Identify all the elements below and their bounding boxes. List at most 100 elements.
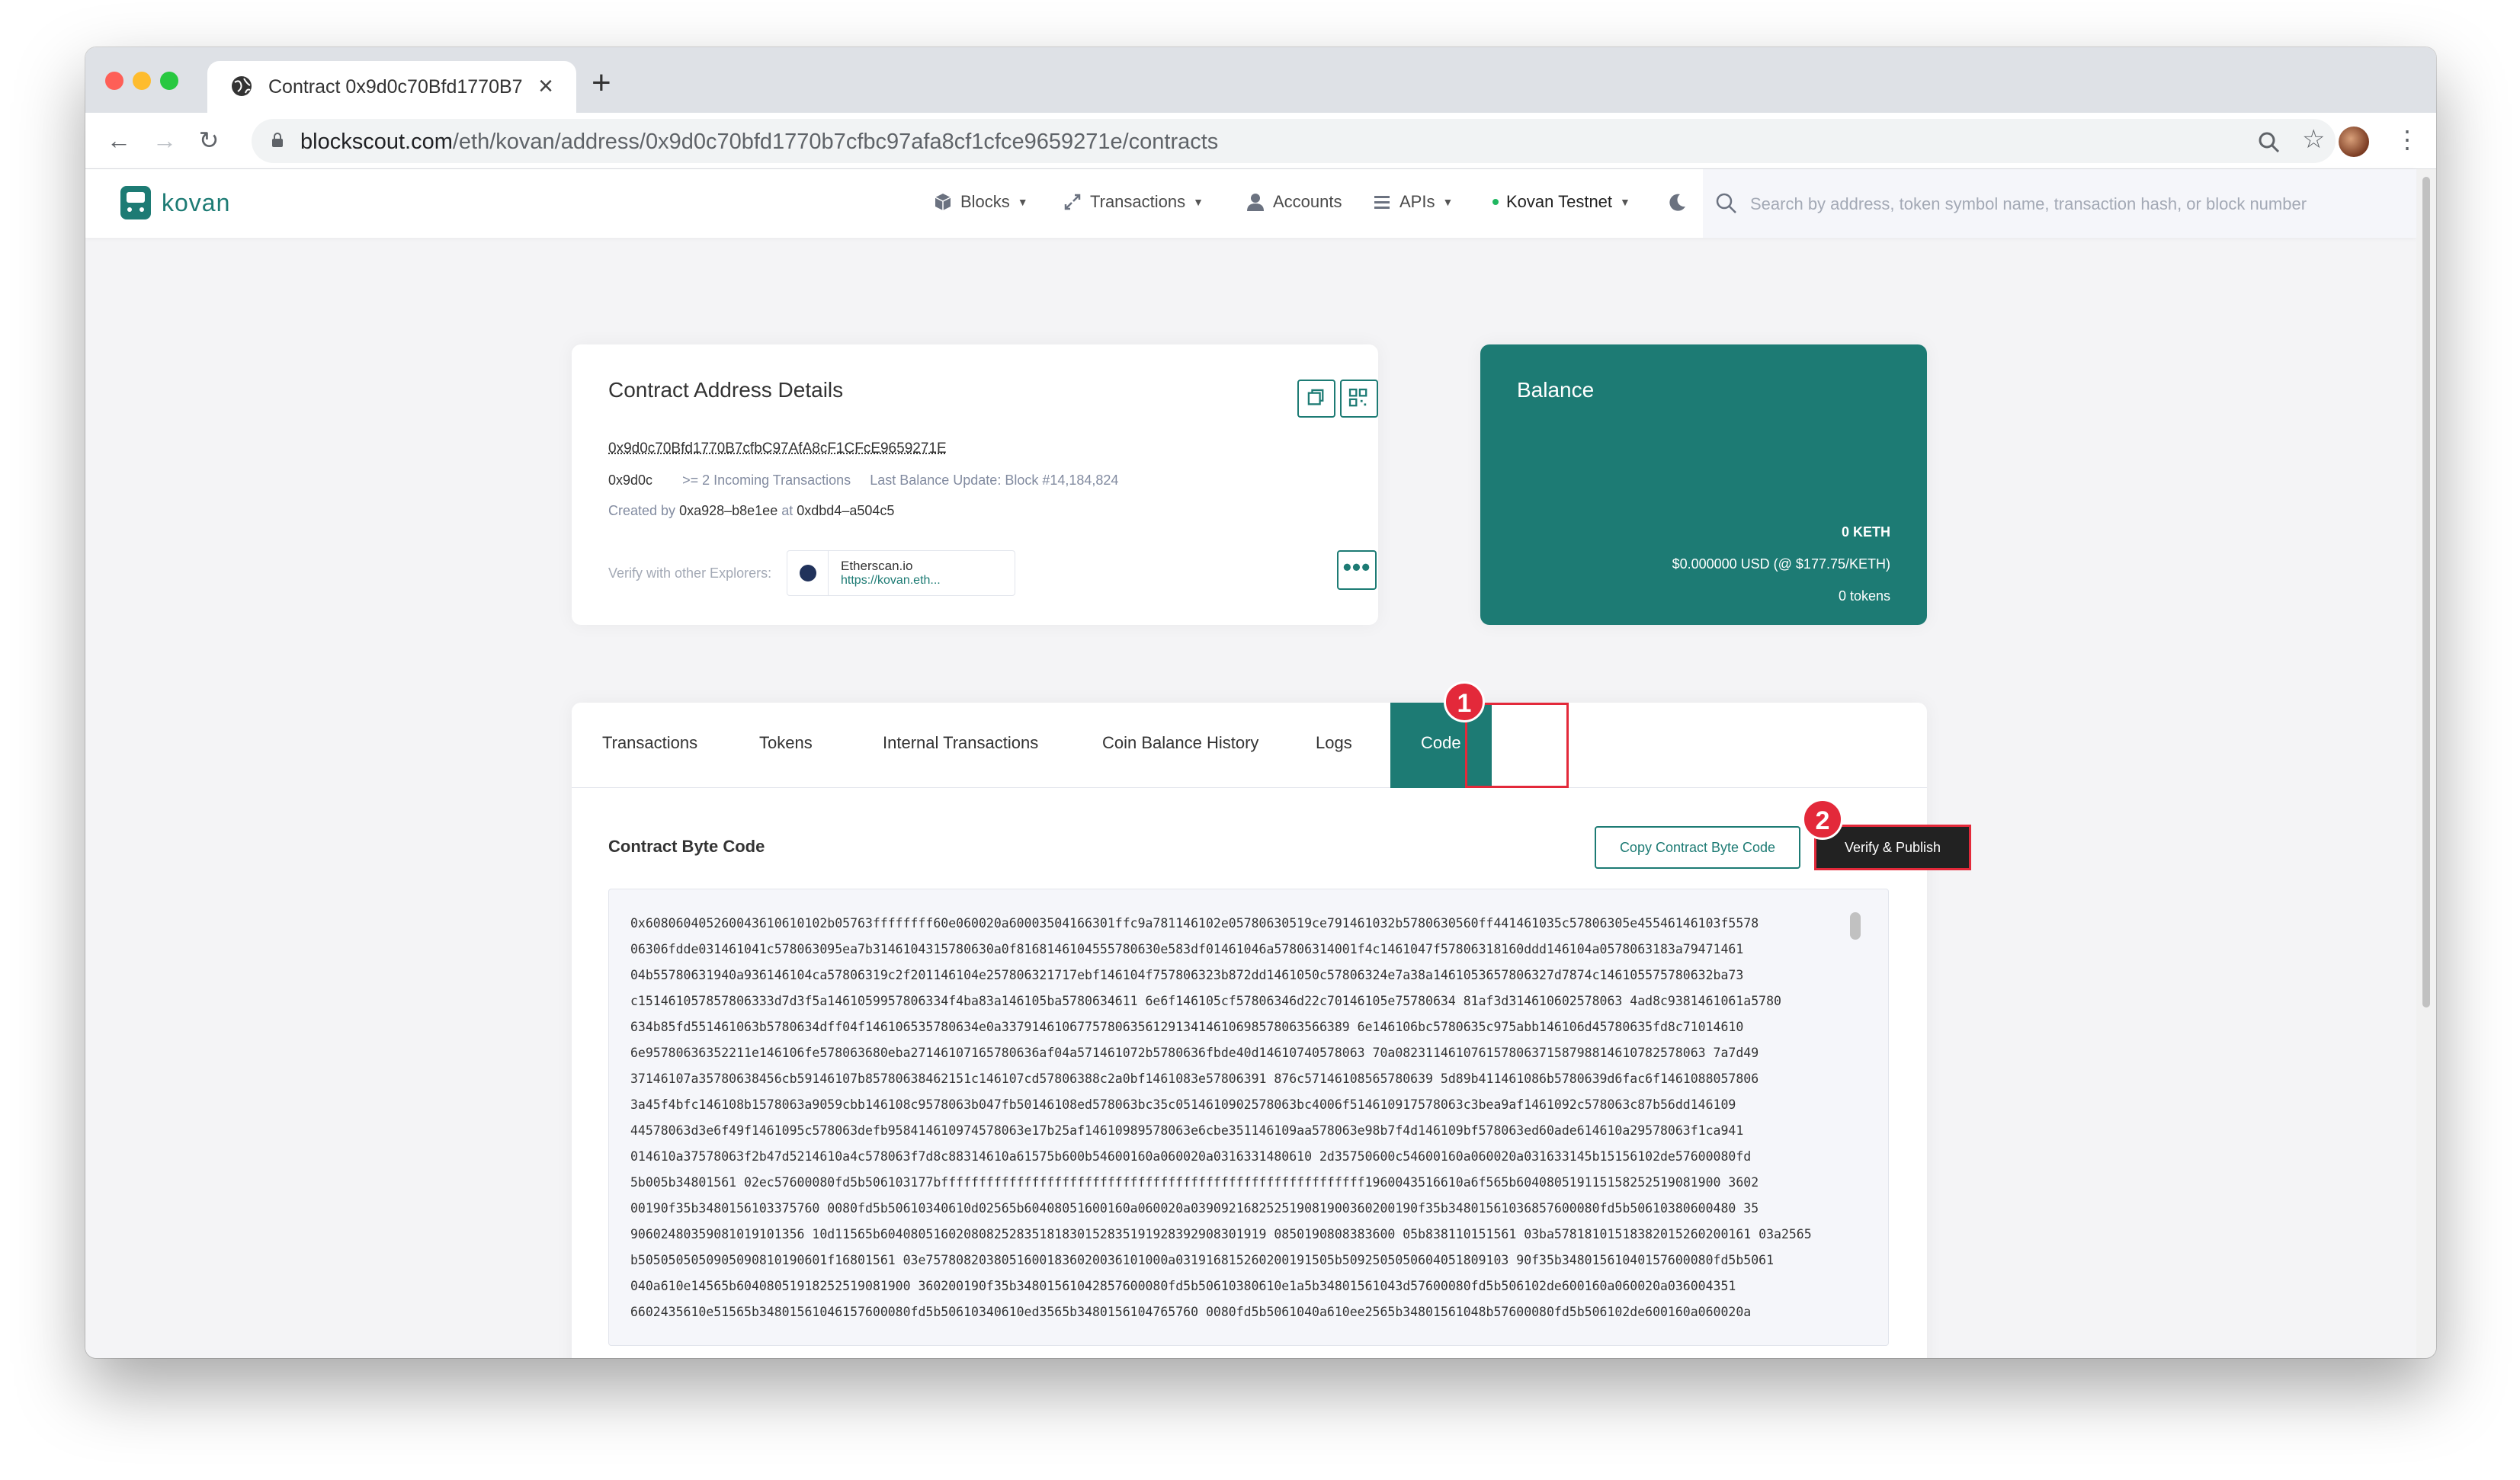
brand-name: kovan <box>162 188 231 216</box>
code-tab-highlight <box>1465 703 1569 788</box>
train-logo-icon <box>120 186 151 219</box>
browser-menu-icon[interactable]: ⋮ <box>2395 125 2419 154</box>
url-text: blockscout.com/eth/kovan/address/0x9d0c7… <box>300 130 1219 154</box>
minimize-window-button[interactable] <box>133 72 151 90</box>
contract-tabs-card: Transactions Tokens Internal Transaction… <box>572 681 1971 1358</box>
copy-icon <box>1307 389 1324 405</box>
bytecode-line: 37146107a35780638456cb59146107b857806384… <box>630 1072 1759 1086</box>
globe-icon <box>232 76 252 96</box>
bytecode-line: b5050505050905090810190601f16801561 03e7… <box>630 1253 1775 1267</box>
qr-code-button[interactable] <box>1340 380 1378 418</box>
address-bar[interactable]: blockscout.com/eth/kovan/address/0x9d0c7… <box>252 119 2336 163</box>
nav-transactions[interactable]: Transactions ▼ <box>1063 192 1204 212</box>
browser-toolbar: ← → ↻ blockscout.com/eth/kovan/address/0… <box>85 113 2436 169</box>
search-placeholder: Search by address, token symbol name, tr… <box>1750 194 2307 213</box>
verify-explorers-label: Verify with other Explorers: <box>608 565 772 581</box>
explorer-url: https://kovan.eth... <box>841 574 941 587</box>
nav-network-selector[interactable]: Kovan Testnet ▼ <box>1492 192 1630 212</box>
nav-blocks[interactable]: Blocks ▼ <box>933 192 1028 212</box>
chevron-down-icon: ▼ <box>1017 196 1028 208</box>
balance-usd: $0.000000 USD (@ $177.75/KETH) <box>1672 556 1890 572</box>
step-badge-1: 1 <box>1444 681 1485 722</box>
new-tab-button[interactable]: + <box>592 64 611 102</box>
copy-address-button[interactable] <box>1297 380 1335 418</box>
chevron-down-icon: ▼ <box>1620 196 1630 208</box>
bytecode-text: 0x608060405260043610610102b05763ffffffff… <box>630 911 1850 1325</box>
etherscan-logo-icon <box>787 551 829 595</box>
nav-network-label: Kovan Testnet <box>1506 192 1613 211</box>
copy-bytecode-button[interactable]: Copy Contract Byte Code <box>1595 826 1800 869</box>
short-address: 0x9d0c <box>608 473 653 488</box>
created-at-label: at <box>781 503 794 518</box>
page-scrollbar[interactable] <box>2416 169 2436 1358</box>
etherscan-explorer-link[interactable]: Etherscan.io https://kovan.eth... <box>787 550 1015 596</box>
page-content: kovan Blocks ▼ Transactions ▼ Accounts A… <box>85 169 2416 1358</box>
incoming-tx-count[interactable]: >= 2 Incoming Transactions <box>682 473 851 488</box>
bytecode-line: 6e95780636352211e146106fe578063680eba271… <box>630 1046 1759 1060</box>
user-icon <box>1247 194 1264 211</box>
moon-icon[interactable] <box>1666 192 1688 213</box>
site-navbar: kovan Blocks ▼ Transactions ▼ Accounts A… <box>85 169 2416 238</box>
bytecode-box[interactable]: 0x608060405260043610610102b05763ffffffff… <box>608 889 1889 1346</box>
bytecode-line: 0x608060405260043610610102b05763ffffffff… <box>630 916 1759 931</box>
close-tab-icon[interactable]: × <box>538 72 553 101</box>
last-balance-update[interactable]: Last Balance Update: Block #14,184,824 <box>870 473 1118 488</box>
nav-blocks-label: Blocks <box>960 192 1010 211</box>
search-icon <box>1716 193 1736 213</box>
creation-tx-link[interactable]: 0xdbd4–a504c5 <box>797 503 894 518</box>
forward-arrow-icon[interactable]: → <box>149 125 180 155</box>
bytecode-line: 5b005b34801561 02ec57600080fd5b506103177… <box>630 1175 1759 1190</box>
profile-avatar[interactable] <box>2339 127 2369 157</box>
zoom-icon[interactable] <box>2258 131 2281 154</box>
nav-accounts[interactable]: Accounts <box>1246 192 1342 212</box>
tab-transactions[interactable]: Transactions <box>602 733 697 753</box>
contract-details-card: Contract Address Details 0x9d0c70Bfd1770… <box>572 344 1378 625</box>
site-brand[interactable]: kovan <box>120 186 230 219</box>
tab-strip: Contract 0x9d0c70Bfd1770B7 × + <box>85 47 2436 113</box>
step-badge-2: 2 <box>1802 799 1843 840</box>
nav-transactions-label: Transactions <box>1090 192 1186 211</box>
tab-coin-balance-history[interactable]: Coin Balance History <box>1102 733 1258 753</box>
balance-title: Balance <box>1517 378 1595 402</box>
tab-tokens[interactable]: Tokens <box>759 733 813 753</box>
bytecode-line: 6602435610e51565b34801561046157600080fd5… <box>630 1305 1752 1319</box>
search-input[interactable]: Search by address, token symbol name, tr… <box>1703 169 2416 238</box>
bytecode-line: 634b85fd551461063b5780634dff04f146106535… <box>630 1020 1744 1034</box>
qr-code-icon <box>1348 388 1367 407</box>
balance-card: Balance 0 KETH $0.000000 USD (@ $177.75/… <box>1480 344 1927 625</box>
details-title: Contract Address Details <box>608 378 844 402</box>
tab-internal-transactions[interactable]: Internal Transactions <box>883 733 1038 753</box>
bytecode-line: 90602480359081019101356 10d11565b6040805… <box>630 1227 1812 1241</box>
reload-icon[interactable]: ↻ <box>194 125 224 155</box>
page-scrollbar-thumb[interactable] <box>2422 177 2430 1007</box>
nav-apis[interactable]: APIs ▼ <box>1372 192 1453 212</box>
bytecode-line: 06306fdde031461041c578063095ea7b31461043… <box>630 942 1744 956</box>
bookmark-star-icon[interactable]: ☆ <box>2302 127 2325 152</box>
chevron-down-icon: ▼ <box>1193 196 1204 208</box>
network-status-dot <box>1492 199 1499 205</box>
creator-address-link[interactable]: 0xa928–b8e1ee <box>679 503 777 518</box>
created-by-label: Created by <box>608 503 676 518</box>
nav-accounts-label: Accounts <box>1273 192 1342 211</box>
back-arrow-icon[interactable]: ← <box>104 125 134 155</box>
cube-icon <box>935 194 951 210</box>
bytecode-line: 040a610e14565b60408051918252519081900 36… <box>630 1279 1736 1293</box>
bytecode-line: 04b55780631940a936146104ca57806319c2f201… <box>630 968 1744 982</box>
bytecode-scrollbar[interactable] <box>1850 912 1861 940</box>
browser-tab[interactable]: Contract 0x9d0c70Bfd1770B7 × <box>207 61 576 113</box>
contract-tabs: Transactions Tokens Internal Transaction… <box>572 703 1927 788</box>
tab-logs[interactable]: Logs <box>1316 733 1352 753</box>
close-window-button[interactable] <box>105 72 123 90</box>
bytecode-line: c151461057857806333d7d3f5a14610599578063… <box>630 994 1781 1008</box>
nav-apis-label: APIs <box>1399 192 1435 211</box>
maximize-window-button[interactable] <box>160 72 178 90</box>
transactions-icon <box>1064 194 1081 210</box>
more-options-button[interactable]: ••• <box>1337 550 1377 590</box>
list-icon <box>1374 196 1390 209</box>
lock-icon <box>272 133 283 147</box>
contract-address[interactable]: 0x9d0c70Bfd1770B7cfbC97AfA8cF1CFcE965927… <box>608 440 947 457</box>
chevron-down-icon: ▼ <box>1442 196 1454 208</box>
bytecode-title: Contract Byte Code <box>608 837 765 856</box>
tab-title: Contract 0x9d0c70Bfd1770B7 <box>268 76 523 98</box>
contract-meta: 0x9d0c >= 2 Incoming Transactions Last B… <box>608 473 1118 489</box>
